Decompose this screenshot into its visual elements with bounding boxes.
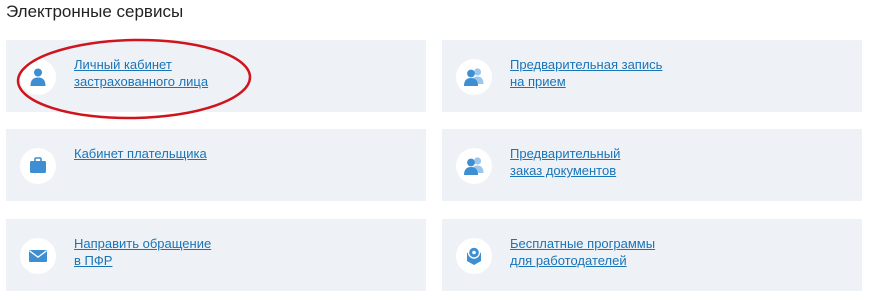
service-card-personal-account[interactable]: Личный кабинет застрахованного лица [6,40,426,112]
service-card-send-appeal[interactable]: Направить обращение в ПФР [6,219,426,291]
service-link-line1: Предварительная запись [510,57,663,72]
service-link-line1: Кабинет плательщика [74,146,207,161]
envelope-icon [20,238,56,274]
service-link-line2: в ПФР [74,253,113,268]
service-link-line1: Бесплатные программы [510,236,656,251]
briefcase-icon [20,148,56,184]
service-card-payer-account[interactable]: Кабинет плательщика [6,129,426,201]
service-link-free-software[interactable]: Бесплатные программы для работодателей [510,235,830,269]
service-link-line1: Направить обращение [74,236,212,251]
service-link-personal-account[interactable]: Личный кабинет застрахованного лица [74,56,394,90]
service-card-appointment[interactable]: Предварительная запись на прием [442,40,862,112]
service-link-send-appeal[interactable]: Направить обращение в ПФР [74,235,394,269]
service-link-appointment[interactable]: Предварительная запись на прием [510,56,830,90]
service-link-line2: заказ документов [510,163,617,178]
service-link-document-order[interactable]: Предварительный заказ документов [510,145,830,179]
service-link-line2: для работодателей [510,253,627,268]
person-icon [20,59,56,95]
service-link-payer-account[interactable]: Кабинет плательщика [74,145,394,162]
service-link-line1: Предварительный [510,146,621,161]
service-card-document-order[interactable]: Предварительный заказ документов [442,129,862,201]
service-card-free-software[interactable]: Бесплатные программы для работодателей [442,219,862,291]
software-disc-icon [456,238,492,274]
page-title: Электронные сервисы [6,2,184,21]
people-group-icon [456,59,492,95]
service-link-line2: застрахованного лица [74,74,209,89]
service-link-line2: на прием [510,74,566,89]
service-link-line1: Личный кабинет [74,57,172,72]
people-group-icon [456,148,492,184]
